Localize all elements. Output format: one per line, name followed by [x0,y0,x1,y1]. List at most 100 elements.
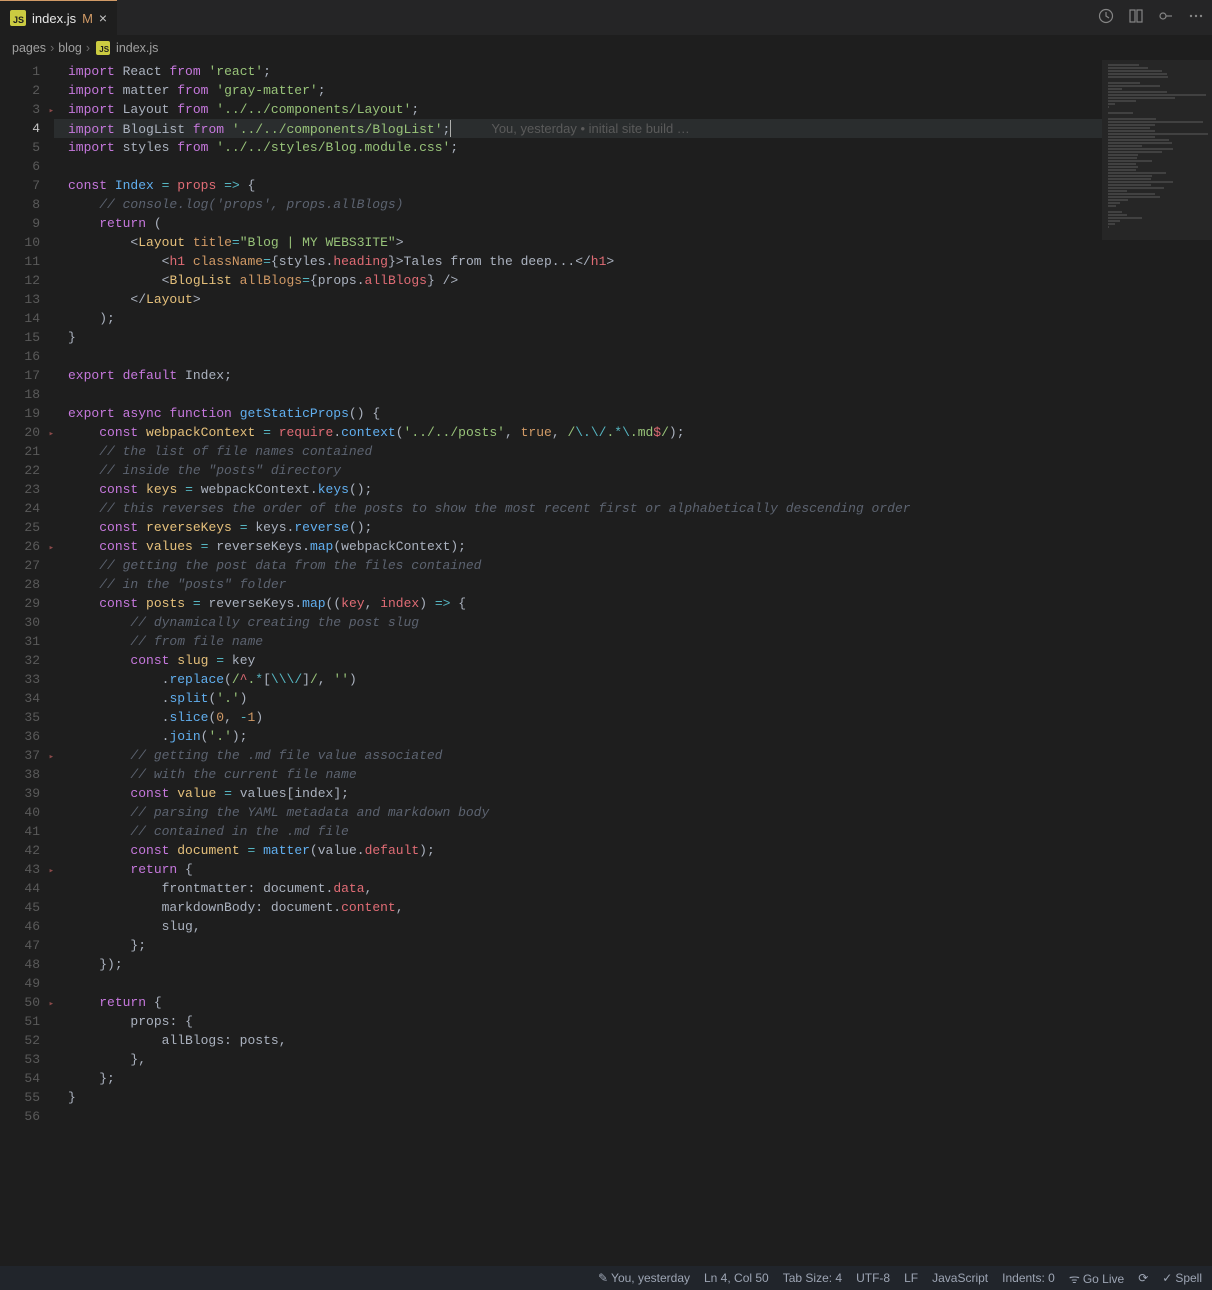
code-area[interactable]: import React from 'react';import matter … [54,60,1102,1266]
code-line[interactable]: const reverseKeys = keys.reverse(); [54,518,1102,537]
code-line[interactable]: // getting the .md file value associated [54,746,1102,765]
line-number: 10 [0,233,40,252]
line-number: 7 [0,176,40,195]
code-line[interactable]: const document = matter(value.default); [54,841,1102,860]
code-line[interactable]: <BlogList allBlogs={props.allBlogs} /> [54,271,1102,290]
code-line[interactable]: // in the "posts" folder [54,575,1102,594]
code-line[interactable]: // inside the "posts" directory [54,461,1102,480]
code-line[interactable]: .slice(0, -1) [54,708,1102,727]
status-bar: ✎You, yesterday Ln 4, Col 50 Tab Size: 4… [0,1266,1212,1290]
code-line[interactable]: import React from 'react'; [54,62,1102,81]
run-icon[interactable] [1158,8,1174,28]
code-line[interactable]: } [54,1088,1102,1107]
code-line[interactable]: const Index = props => { [54,176,1102,195]
code-line[interactable]: markdownBody: document.content, [54,898,1102,917]
code-line[interactable]: return { [54,993,1102,1012]
minimap[interactable] [1102,60,1212,1266]
code-line[interactable] [54,385,1102,404]
breadcrumb-segment[interactable]: pages [12,41,46,55]
code-line[interactable]: .join('.'); [54,727,1102,746]
status-spell[interactable]: ✓Spell [1162,1271,1202,1285]
code-line[interactable]: // the list of file names contained [54,442,1102,461]
status-eol[interactable]: LF [904,1271,918,1285]
tab-modified-indicator: M [82,11,93,26]
line-number: 53 [0,1050,40,1069]
code-line[interactable]: } [54,328,1102,347]
code-line[interactable]: .replace(/^.*[\\\/]/, '') [54,670,1102,689]
code-line[interactable]: </Layout> [54,290,1102,309]
tab-index-js[interactable]: JS index.js M × [0,0,117,36]
code-line[interactable]: export default Index; [54,366,1102,385]
line-number: 9 [0,214,40,233]
more-icon[interactable] [1188,8,1204,28]
code-line[interactable]: return { [54,860,1102,879]
line-number: 22 [0,461,40,480]
breadcrumb[interactable]: pages › blog › JS index.js [0,36,1212,60]
breadcrumb-segment[interactable]: blog [58,41,82,55]
status-cursor-position[interactable]: Ln 4, Col 50 [704,1271,769,1285]
status-encoding[interactable]: UTF-8 [856,1271,890,1285]
line-gutter: 1234567891011121314151617181920212223242… [0,60,54,1266]
code-line[interactable]: ); [54,309,1102,328]
code-line[interactable]: const slug = key [54,651,1102,670]
line-number: 12 [0,271,40,290]
line-number: 37 [0,746,40,765]
code-line[interactable]: .split('.') [54,689,1102,708]
line-number: 45 [0,898,40,917]
code-line[interactable]: // console.log('props', props.allBlogs) [54,195,1102,214]
editor[interactable]: 1234567891011121314151617181920212223242… [0,60,1212,1266]
code-line[interactable]: // dynamically creating the post slug [54,613,1102,632]
code-line[interactable]: // getting the post data from the files … [54,556,1102,575]
code-line[interactable]: }); [54,955,1102,974]
code-line[interactable]: // contained in the .md file [54,822,1102,841]
code-line[interactable]: import matter from 'gray-matter'; [54,81,1102,100]
code-line[interactable]: export async function getStaticProps() { [54,404,1102,423]
breadcrumb-segment[interactable]: index.js [116,41,158,55]
code-line[interactable]: const values = reverseKeys.map(webpackCo… [54,537,1102,556]
status-blame[interactable]: ✎You, yesterday [598,1271,690,1285]
code-line[interactable]: const posts = reverseKeys.map((key, inde… [54,594,1102,613]
js-file-icon: JS [96,41,110,55]
code-line[interactable] [54,1107,1102,1126]
line-number: 16 [0,347,40,366]
code-line[interactable]: }; [54,1069,1102,1088]
line-number: 8 [0,195,40,214]
status-sync-icon[interactable]: ⟳ [1138,1271,1148,1285]
code-line[interactable]: }; [54,936,1102,955]
minimap-viewport[interactable] [1102,60,1212,240]
code-line[interactable]: const value = values[index]; [54,784,1102,803]
status-language[interactable]: JavaScript [932,1271,988,1285]
code-line[interactable]: import styles from '../../styles/Blog.mo… [54,138,1102,157]
status-indents[interactable]: Indents: 0 [1002,1271,1055,1285]
code-line[interactable] [54,974,1102,993]
code-line[interactable]: props: { [54,1012,1102,1031]
code-line[interactable]: import Layout from '../../components/Lay… [54,100,1102,119]
line-number: 49 [0,974,40,993]
close-icon[interactable]: × [99,10,107,26]
code-line[interactable]: return ( [54,214,1102,233]
code-line[interactable] [54,157,1102,176]
code-line[interactable]: import BlogList from '../../components/B… [54,119,1102,138]
code-line[interactable]: // with the current file name [54,765,1102,784]
status-tab-size[interactable]: Tab Size: 4 [783,1271,842,1285]
code-line[interactable]: allBlogs: posts, [54,1031,1102,1050]
diff-icon[interactable] [1128,8,1144,28]
code-line[interactable]: slug, [54,917,1102,936]
code-line[interactable]: // parsing the YAML metadata and markdow… [54,803,1102,822]
status-go-live[interactable]: ᯤGo Live [1069,1270,1124,1287]
code-line[interactable]: <h1 className={styles.heading}>Tales fro… [54,252,1102,271]
code-line[interactable]: // from file name [54,632,1102,651]
code-line[interactable] [54,347,1102,366]
code-line[interactable]: <Layout title="Blog | MY WEBS3ITE"> [54,233,1102,252]
tab-bar: JS index.js M × [0,0,1212,36]
code-line[interactable]: const keys = webpackContext.keys(); [54,480,1102,499]
code-line[interactable]: }, [54,1050,1102,1069]
line-number: 13 [0,290,40,309]
line-number: 26 [0,537,40,556]
code-line[interactable]: const webpackContext = require.context('… [54,423,1102,442]
code-line[interactable]: // this reverses the order of the posts … [54,499,1102,518]
line-number: 2 [0,81,40,100]
line-number: 47 [0,936,40,955]
history-icon[interactable] [1098,8,1114,28]
code-line[interactable]: frontmatter: document.data, [54,879,1102,898]
